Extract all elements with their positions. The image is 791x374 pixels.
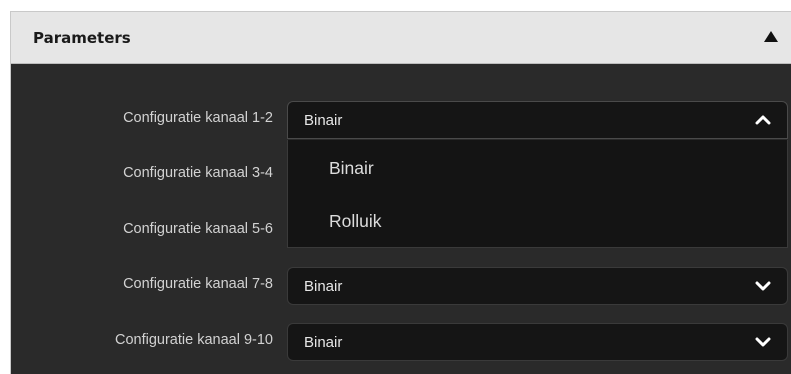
select-value: Binair xyxy=(304,334,343,351)
chevron-down-icon xyxy=(755,337,771,347)
row-label-kanaal-3-4: Configuratie kanaal 3-4 xyxy=(123,165,273,181)
select-kanaal-1-2[interactable]: Binair xyxy=(287,101,788,139)
row-label-kanaal-5-6: Configuratie kanaal 5-6 xyxy=(123,221,273,237)
panel-header[interactable]: Parameters xyxy=(11,12,791,64)
triangle-up-icon[interactable] xyxy=(764,31,778,42)
select-kanaal-7-8[interactable]: Binair xyxy=(287,267,788,305)
row-label-kanaal-7-8: Configuratie kanaal 7-8 xyxy=(123,276,273,292)
dropdown-option-binair[interactable]: Binair xyxy=(329,158,374,179)
chevron-down-icon xyxy=(755,281,771,291)
dropdown-menu: Binair Rolluik xyxy=(287,140,788,248)
row-label-kanaal-1-2: Configuratie kanaal 1-2 xyxy=(123,110,273,126)
select-kanaal-9-10[interactable]: Binair xyxy=(287,323,788,361)
chevron-up-icon xyxy=(755,115,771,125)
panel-title: Parameters xyxy=(33,29,131,47)
select-value: Binair xyxy=(304,112,343,129)
dropdown-option-rolluik[interactable]: Rolluik xyxy=(329,211,382,232)
row-label-kanaal-9-10: Configuratie kanaal 9-10 xyxy=(115,332,273,348)
select-value: Binair xyxy=(304,278,343,295)
parameters-panel: Parameters Configuratie kanaal 1-2 Binai… xyxy=(10,11,791,374)
